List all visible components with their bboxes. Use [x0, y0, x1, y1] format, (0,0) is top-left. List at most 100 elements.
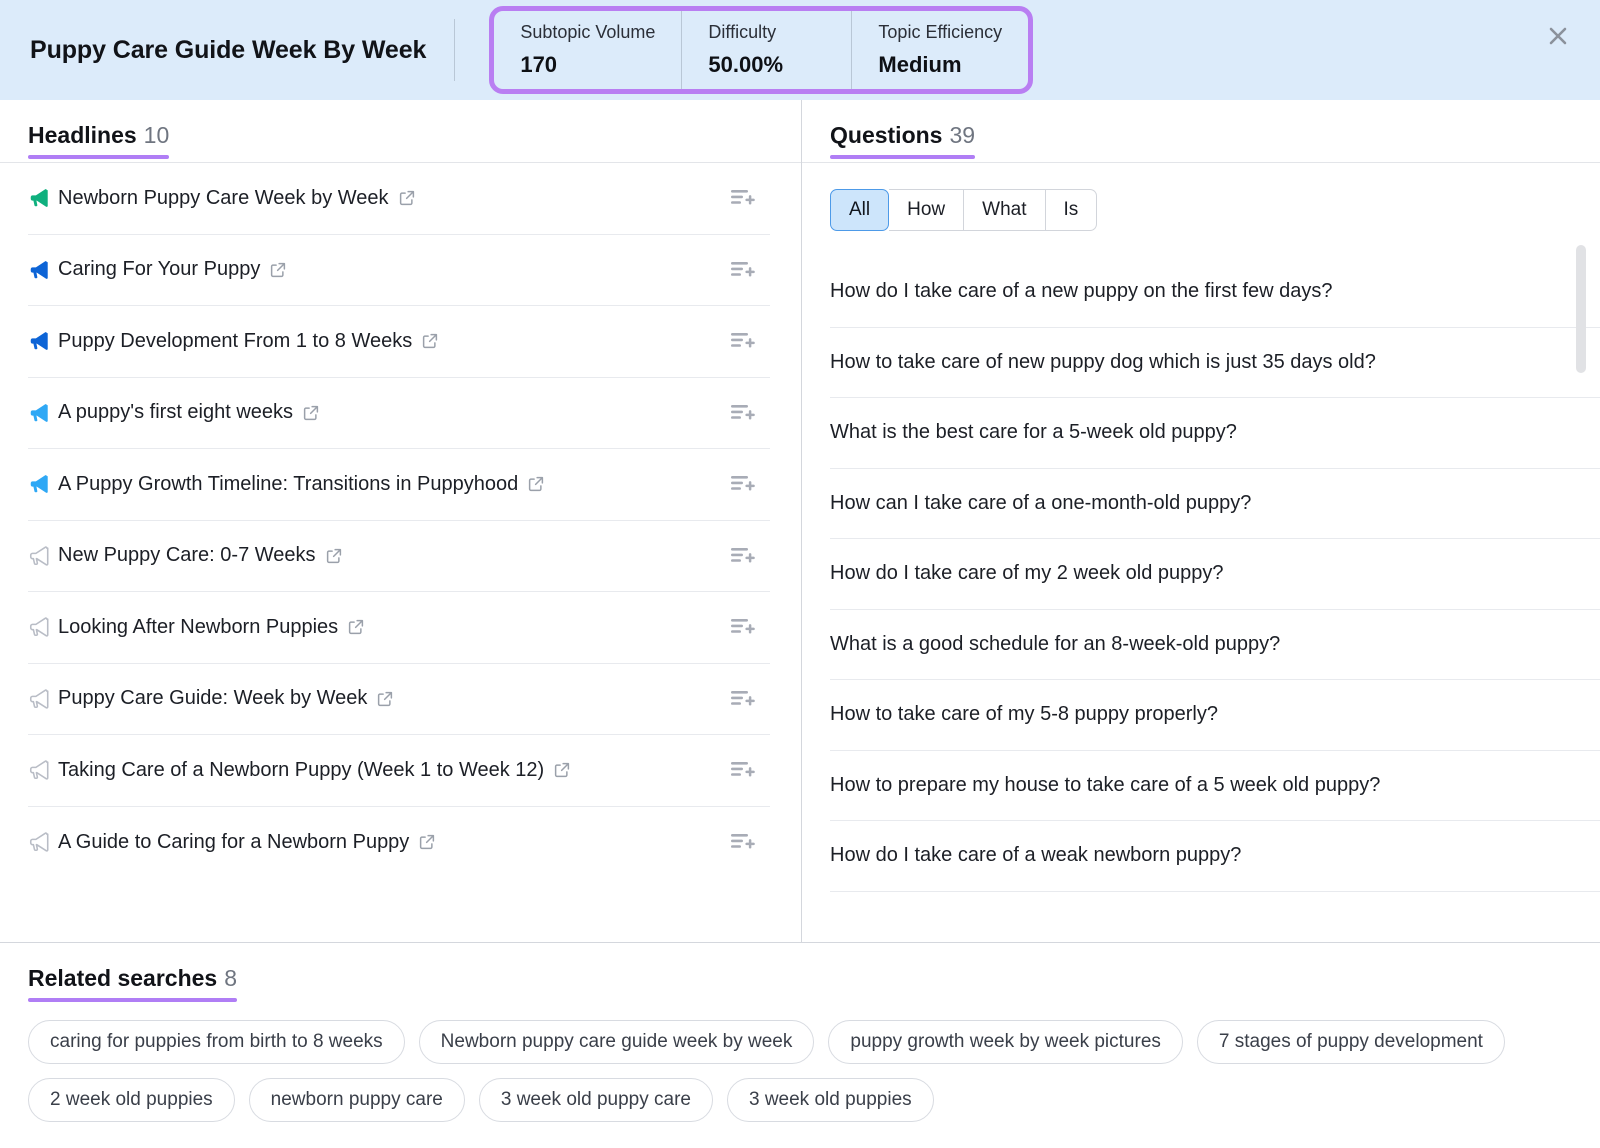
external-link-icon[interactable]	[418, 833, 436, 851]
question-label: How do I take care of a weak newborn pup…	[830, 844, 1241, 867]
metric-value: 50.00%	[708, 53, 825, 77]
related-searches-tags: caring for puppies from birth to 8 weeks…	[28, 1020, 1572, 1122]
external-link-icon[interactable]	[553, 761, 571, 779]
headline-row[interactable]: Taking Care of a Newborn Puppy (Week 1 t…	[28, 735, 770, 807]
external-link-icon[interactable]	[421, 332, 439, 350]
external-link-icon[interactable]	[376, 690, 394, 708]
panel-header: Puppy Care Guide Week By Week Subtopic V…	[0, 0, 1600, 100]
external-link-icon[interactable]	[269, 261, 287, 279]
related-search-tag[interactable]: newborn puppy care	[249, 1078, 465, 1122]
question-row[interactable]: How can I take care of a one-month-old p…	[830, 469, 1600, 540]
headline-row[interactable]: Newborn Puppy Care Week by Week	[28, 163, 770, 235]
question-row[interactable]: How to take care of my 5-8 puppy properl…	[830, 680, 1600, 751]
question-label: How do I take care of a new puppy on the…	[830, 280, 1333, 303]
related-searches-title: Related searches	[28, 965, 217, 991]
metric-2: Difficulty50.00%	[681, 11, 851, 89]
metric-3: Topic Efficiency Medium	[851, 11, 1028, 89]
headline-row[interactable]: A Guide to Caring for a Newborn Puppy	[28, 807, 770, 879]
related-search-tag[interactable]: 7 stages of puppy development	[1197, 1020, 1505, 1064]
related-searches-underline	[28, 998, 237, 1002]
metrics-box: Subtopic Volume170Difficulty50.00%Topic …	[489, 6, 1033, 94]
megaphone-icon	[28, 330, 58, 352]
headline-label: A Guide to Caring for a Newborn Puppy	[58, 831, 409, 854]
questions-panel: Questions39 AllHowWhatIs How do I take c…	[802, 100, 1600, 942]
question-row[interactable]: What is the best care for a 5-week old p…	[830, 398, 1600, 469]
add-to-list-icon[interactable]	[730, 688, 770, 710]
headline-text-wrap: Looking After Newborn Puppies	[58, 616, 365, 639]
question-label: How do I take care of my 2 week old pupp…	[830, 562, 1224, 585]
add-to-list-icon[interactable]	[730, 402, 770, 424]
megaphone-outline-icon	[28, 831, 58, 853]
external-link-icon[interactable]	[398, 189, 416, 207]
metric-value: 170	[520, 53, 655, 77]
question-filter-how[interactable]: How	[889, 189, 964, 231]
question-label: How to take care of my 5-8 puppy properl…	[830, 703, 1218, 726]
metric-value: Medium	[878, 53, 1002, 77]
megaphone-icon	[28, 187, 58, 209]
related-search-tag[interactable]: 2 week old puppies	[28, 1078, 235, 1122]
question-label: How to prepare my house to take care of …	[830, 774, 1380, 797]
add-to-list-icon[interactable]	[730, 759, 770, 781]
header-divider	[454, 19, 455, 81]
page-title: Puppy Care Guide Week By Week	[0, 36, 426, 65]
questions-scrollbar-thumb[interactable]	[1576, 245, 1586, 373]
question-filter-what[interactable]: What	[964, 189, 1045, 231]
headline-row[interactable]: Caring For Your Puppy	[28, 235, 770, 307]
close-icon[interactable]	[1544, 22, 1572, 50]
add-to-list-icon[interactable]	[730, 831, 770, 853]
related-search-tag[interactable]: Newborn puppy care guide week by week	[419, 1020, 815, 1064]
headline-label: Puppy Care Guide: Week by Week	[58, 687, 367, 710]
add-to-list-icon[interactable]	[730, 330, 770, 352]
headlines-underline	[28, 155, 169, 159]
headline-text-wrap: Puppy Development From 1 to 8 Weeks	[58, 330, 439, 353]
question-row[interactable]: How to take care of new puppy dog which …	[830, 328, 1600, 399]
headline-row[interactable]: New Puppy Care: 0-7 Weeks	[28, 521, 770, 593]
questions-underline	[830, 155, 975, 159]
headlines-header: Headlines 10	[0, 100, 801, 162]
headline-label: Looking After Newborn Puppies	[58, 616, 338, 639]
question-row[interactable]: How to prepare my house to take care of …	[830, 751, 1600, 822]
megaphone-outline-icon	[28, 616, 58, 638]
related-search-tag[interactable]: puppy growth week by week pictures	[828, 1020, 1183, 1064]
headline-row[interactable]: Puppy Development From 1 to 8 Weeks	[28, 306, 770, 378]
headlines-count: 10	[144, 122, 170, 148]
headline-row[interactable]: A puppy's first eight weeks	[28, 378, 770, 450]
headline-row[interactable]: Puppy Care Guide: Week by Week	[28, 664, 770, 736]
headlines-title: Headlines	[28, 122, 137, 148]
question-row[interactable]: What is a good schedule for an 8-week-ol…	[830, 610, 1600, 681]
question-label: How to take care of new puppy dog which …	[830, 351, 1376, 374]
questions-header-divider	[802, 162, 1600, 163]
external-link-icon[interactable]	[347, 618, 365, 636]
headline-row[interactable]: A Puppy Growth Timeline: Transitions in …	[28, 449, 770, 521]
add-to-list-icon[interactable]	[730, 473, 770, 495]
question-filter-is[interactable]: Is	[1046, 189, 1098, 231]
related-search-tag[interactable]: 3 week old puppy care	[479, 1078, 713, 1122]
headlines-list: Newborn Puppy Care Week by Week Caring Fo…	[0, 163, 801, 878]
headline-text-wrap: Taking Care of a Newborn Puppy (Week 1 t…	[58, 759, 571, 782]
external-link-icon[interactable]	[325, 547, 343, 565]
add-to-list-icon[interactable]	[730, 259, 770, 281]
metric-label: Topic Efficiency	[878, 23, 1002, 43]
question-row[interactable]: How do I take care of my 2 week old pupp…	[830, 539, 1600, 610]
headline-row[interactable]: Looking After Newborn Puppies	[28, 592, 770, 664]
question-row[interactable]: How do I take care of a weak newborn pup…	[830, 821, 1600, 892]
add-to-list-icon[interactable]	[730, 187, 770, 209]
question-row[interactable]: How do I take care of a new puppy on the…	[830, 257, 1600, 328]
headline-text-wrap: A puppy's first eight weeks	[58, 401, 320, 424]
external-link-icon[interactable]	[527, 475, 545, 493]
related-search-tag[interactable]: 3 week old puppies	[727, 1078, 934, 1122]
headline-label: A puppy's first eight weeks	[58, 401, 293, 424]
subtopic-detail-panel: Puppy Care Guide Week By Week Subtopic V…	[0, 0, 1600, 1148]
question-label: How can I take care of a one-month-old p…	[830, 492, 1251, 515]
question-filter-all[interactable]: All	[830, 189, 889, 231]
questions-scrollbar-track[interactable]	[1576, 245, 1586, 925]
headline-text-wrap: Newborn Puppy Care Week by Week	[58, 187, 416, 210]
metric-1: Subtopic Volume170	[494, 11, 681, 89]
add-to-list-icon[interactable]	[730, 545, 770, 567]
add-to-list-icon[interactable]	[730, 616, 770, 638]
external-link-icon[interactable]	[302, 404, 320, 422]
headline-label: Caring For Your Puppy	[58, 258, 260, 281]
megaphone-outline-icon	[28, 688, 58, 710]
headline-text-wrap: A Puppy Growth Timeline: Transitions in …	[58, 473, 545, 496]
related-search-tag[interactable]: caring for puppies from birth to 8 weeks	[28, 1020, 405, 1064]
